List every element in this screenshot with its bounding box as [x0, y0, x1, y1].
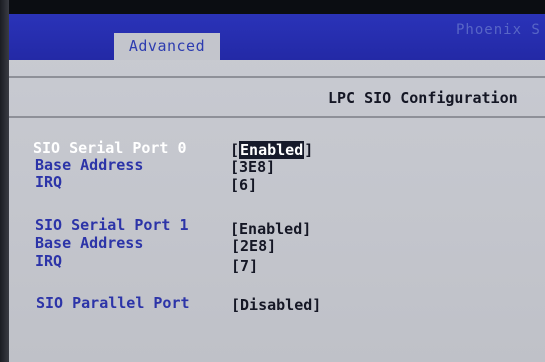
monitor-bezel-left [0, 0, 9, 362]
setting-value-base-address-1[interactable]: [2E8] [231, 237, 276, 255]
setting-label-sio-serial-port-0[interactable]: SIO Serial Port 0 [33, 139, 187, 157]
setting-label-sio-parallel-port[interactable]: SIO Parallel Port [36, 294, 190, 312]
setting-label-irq-0[interactable]: IRQ [35, 173, 62, 191]
setting-value-base-address-0[interactable]: [3E8] [230, 158, 275, 176]
selected-value[interactable]: Enabled [239, 141, 305, 159]
setting-label-irq-1[interactable]: IRQ [35, 252, 62, 270]
brand-logo-text: Phoenix S [456, 22, 541, 38]
page-title: LPC SIO Configuration [328, 89, 518, 107]
value-text: 2E8 [240, 237, 268, 255]
setting-value-sio-parallel-port[interactable]: [Disabled] [231, 296, 321, 314]
setting-value-sio-serial-port-0[interactable]: [Enabled] [230, 141, 313, 159]
monitor-bezel-top [0, 0, 545, 14]
value-text: 7 [240, 257, 250, 275]
value-text: 3E8 [239, 158, 267, 176]
value-text: Enabled [239, 220, 303, 238]
bracket-close: ] [304, 141, 314, 159]
tab-advanced[interactable]: Advanced [114, 33, 220, 60]
bracket-open: [ [230, 141, 240, 159]
header-divider [9, 76, 545, 78]
setting-label-base-address-0[interactable]: Base Address [35, 156, 143, 174]
setting-value-irq-0[interactable]: [6] [230, 176, 257, 194]
bios-screen: Advanced Phoenix S LPC SIO Configuration… [0, 0, 545, 362]
value-text: Disabled [240, 296, 313, 314]
setting-label-sio-serial-port-1[interactable]: SIO Serial Port 1 [35, 216, 189, 234]
setting-value-irq-1[interactable]: [7] [231, 257, 258, 275]
setting-value-sio-serial-port-1[interactable]: [Enabled] [230, 220, 311, 238]
setting-label-base-address-1[interactable]: Base Address [35, 234, 143, 252]
value-text: 6 [239, 176, 249, 194]
title-divider [9, 116, 545, 118]
